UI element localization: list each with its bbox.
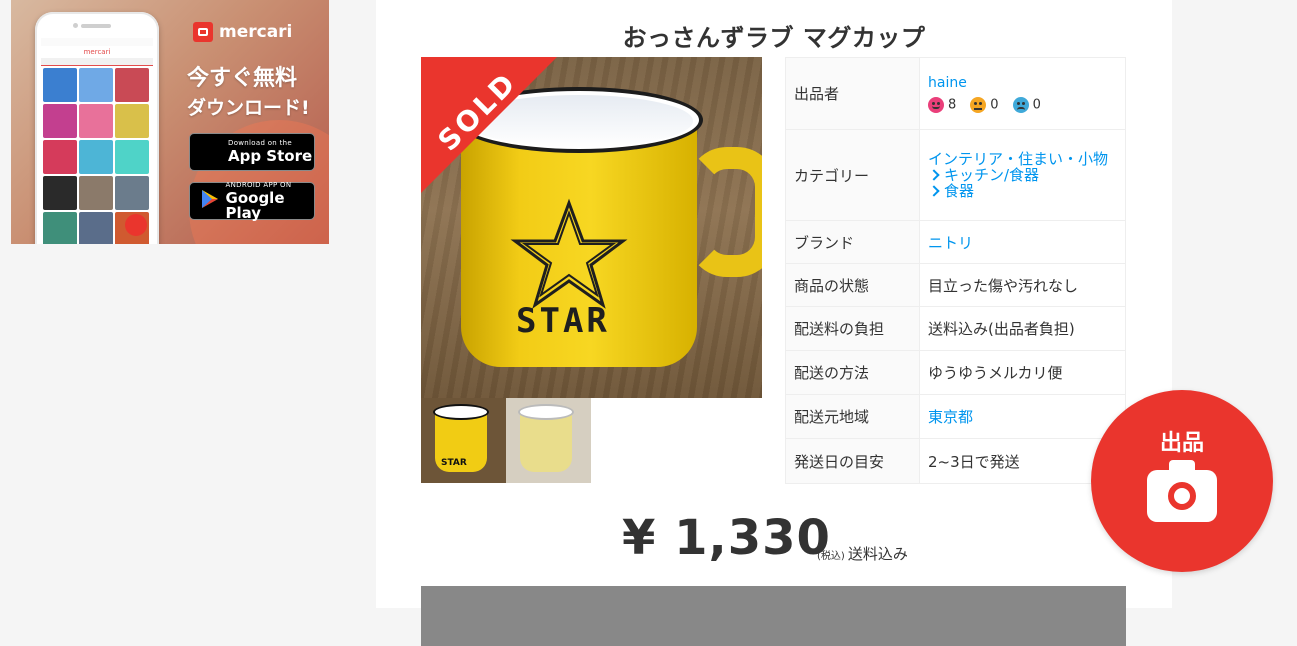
price-note: (税込) 送料込み [817,543,908,564]
detail-row-ship-days: 発送日の目安 2~3日で発送 [785,438,1126,484]
detail-row-seller: 出品者 haine 8 0 0 [785,57,1126,130]
grid-thumb [115,68,149,102]
chevron-right-icon [928,169,940,181]
rating-bad-count: 0 [1032,97,1041,112]
detail-key: ブランド [785,220,920,264]
tax-label: (税込) [817,551,845,562]
phone-app-logo: mercari [83,48,111,56]
detail-value: 送料込み(出品者負担) [919,306,1126,351]
detail-key: 配送の方法 [785,350,920,395]
detail-value: ニトリ [919,220,1126,264]
app-store-big: App Store [228,147,313,165]
thumb-rim [518,404,574,420]
detail-row-brand: ブランド ニトリ [785,220,1126,264]
thumbnail-1[interactable]: STAR [421,398,506,483]
rating-normal-count: 0 [990,97,999,112]
rating-bad: 0 [1012,96,1041,113]
promo-free: 今すぐ無料 [187,66,298,91]
grid-thumb [79,212,113,244]
detail-value: 目立った傷や汚れなし [919,263,1126,307]
normal-face-icon [970,96,987,113]
category-main-link[interactable]: インテリア・住まい・小物 [928,151,1117,167]
phone-statusbar [41,38,153,46]
detail-row-category: カテゴリー インテリア・住まい・小物 キッチン/食器 食器 [785,129,1126,221]
detail-key: 出品者 [785,57,920,130]
app-download-banner[interactable]: mercari mercari 今すぐ無料 ダウンロード! Download o… [11,0,329,244]
detail-row-condition: 商品の状態 目立った傷や汚れなし [785,263,1126,307]
brand-name: mercari [219,22,293,42]
thumb-rim [433,404,489,420]
promo-download: ダウンロード! [187,97,310,119]
phone-camera [73,23,78,28]
grid-thumb [43,212,77,244]
sell-button[interactable]: 出品 [1091,390,1273,572]
star-icon [509,197,629,317]
chevron-right-icon [928,185,940,197]
brand-link[interactable]: ニトリ [928,234,973,252]
detail-row-shipping-method: 配送の方法 ゆうゆうメルカリ便 [785,350,1126,395]
ship-from-link[interactable]: 東京都 [928,408,973,426]
grid-thumb [115,176,149,210]
good-face-icon [928,96,944,113]
grid-thumb [115,140,149,174]
phone-camera-fab [125,214,147,236]
grid-thumb [43,68,77,102]
detail-value: ゆうゆうメルカリ便 [919,350,1126,395]
mug-handle [687,147,762,277]
rating-good-count: 8 [948,97,957,112]
grid-thumb [115,104,149,138]
rating-normal: 0 [970,96,999,113]
grid-thumb [79,176,113,210]
camera-lens-icon [1168,482,1196,510]
seller-link[interactable]: haine [928,75,1117,91]
detail-key: 配送料の負担 [785,306,920,351]
phone-app-tabs [41,58,153,66]
google-play-icon [200,189,220,214]
detail-row-shipping-fee: 配送料の負担 送料込み(出品者負担) [785,306,1126,351]
grid-thumb [43,140,77,174]
thumbnail-2[interactable] [506,398,591,483]
grid-thumb [79,104,113,138]
grid-thumb [79,140,113,174]
item-main-photo[interactable]: STAR SOLD [421,57,762,398]
detail-key: 配送元地域 [785,394,920,439]
mercari-box-icon [193,22,213,42]
item-price: ¥ 1,330 [622,510,831,566]
purchase-button[interactable] [421,586,1126,646]
grid-thumb [43,104,77,138]
phone-speaker [81,24,111,28]
phone-mockup: mercari [35,12,159,244]
category-sub2-link[interactable]: 食器 [944,182,974,200]
detail-key: 商品の状態 [785,263,920,307]
grid-thumb [43,176,77,210]
detail-row-ship-from: 配送元地域 東京都 [785,394,1126,439]
item-title: おっさんずラブ マグカップ [622,24,926,53]
bad-face-icon [1012,96,1029,113]
detail-key: カテゴリー [785,129,920,221]
google-play-big: Google Play [225,188,285,222]
detail-key: 発送日の目安 [785,438,920,484]
google-play-button[interactable]: ANDROID APP ON Google Play [189,180,315,222]
detail-value: haine 8 0 0 [919,57,1126,130]
seller-ratings: 8 0 0 [928,96,1117,113]
category-sub2[interactable]: 食器 [928,183,1117,199]
grid-thumb [79,68,113,102]
item-details-table: 出品者 haine 8 0 0 カテゴリー インテリア・住まい・小物 キッチン/… [785,57,1126,484]
google-play-small: ANDROID APP ON [225,180,292,189]
mercari-logo: mercari [193,22,292,42]
app-store-button[interactable]: Download on the App Store [189,133,315,171]
rating-good: 8 [928,96,957,113]
sell-button-label: 出品 [1159,431,1204,456]
thumb-star-text: STAR [441,458,467,468]
mug-star-text: STAR [516,301,610,341]
item-panel: おっさんずラブ マグカップ STAR SOLD STAR 出品者 haine 8… [376,0,1172,646]
thumbnail-strip: STAR [421,398,762,484]
thumb-mug [520,412,572,472]
shipping-note: 送料込み [847,545,908,563]
category-sub1[interactable]: キッチン/食器 [928,167,1117,183]
app-store-small: Download on the [228,139,292,147]
detail-value: インテリア・住まい・小物 キッチン/食器 食器 [919,129,1126,221]
